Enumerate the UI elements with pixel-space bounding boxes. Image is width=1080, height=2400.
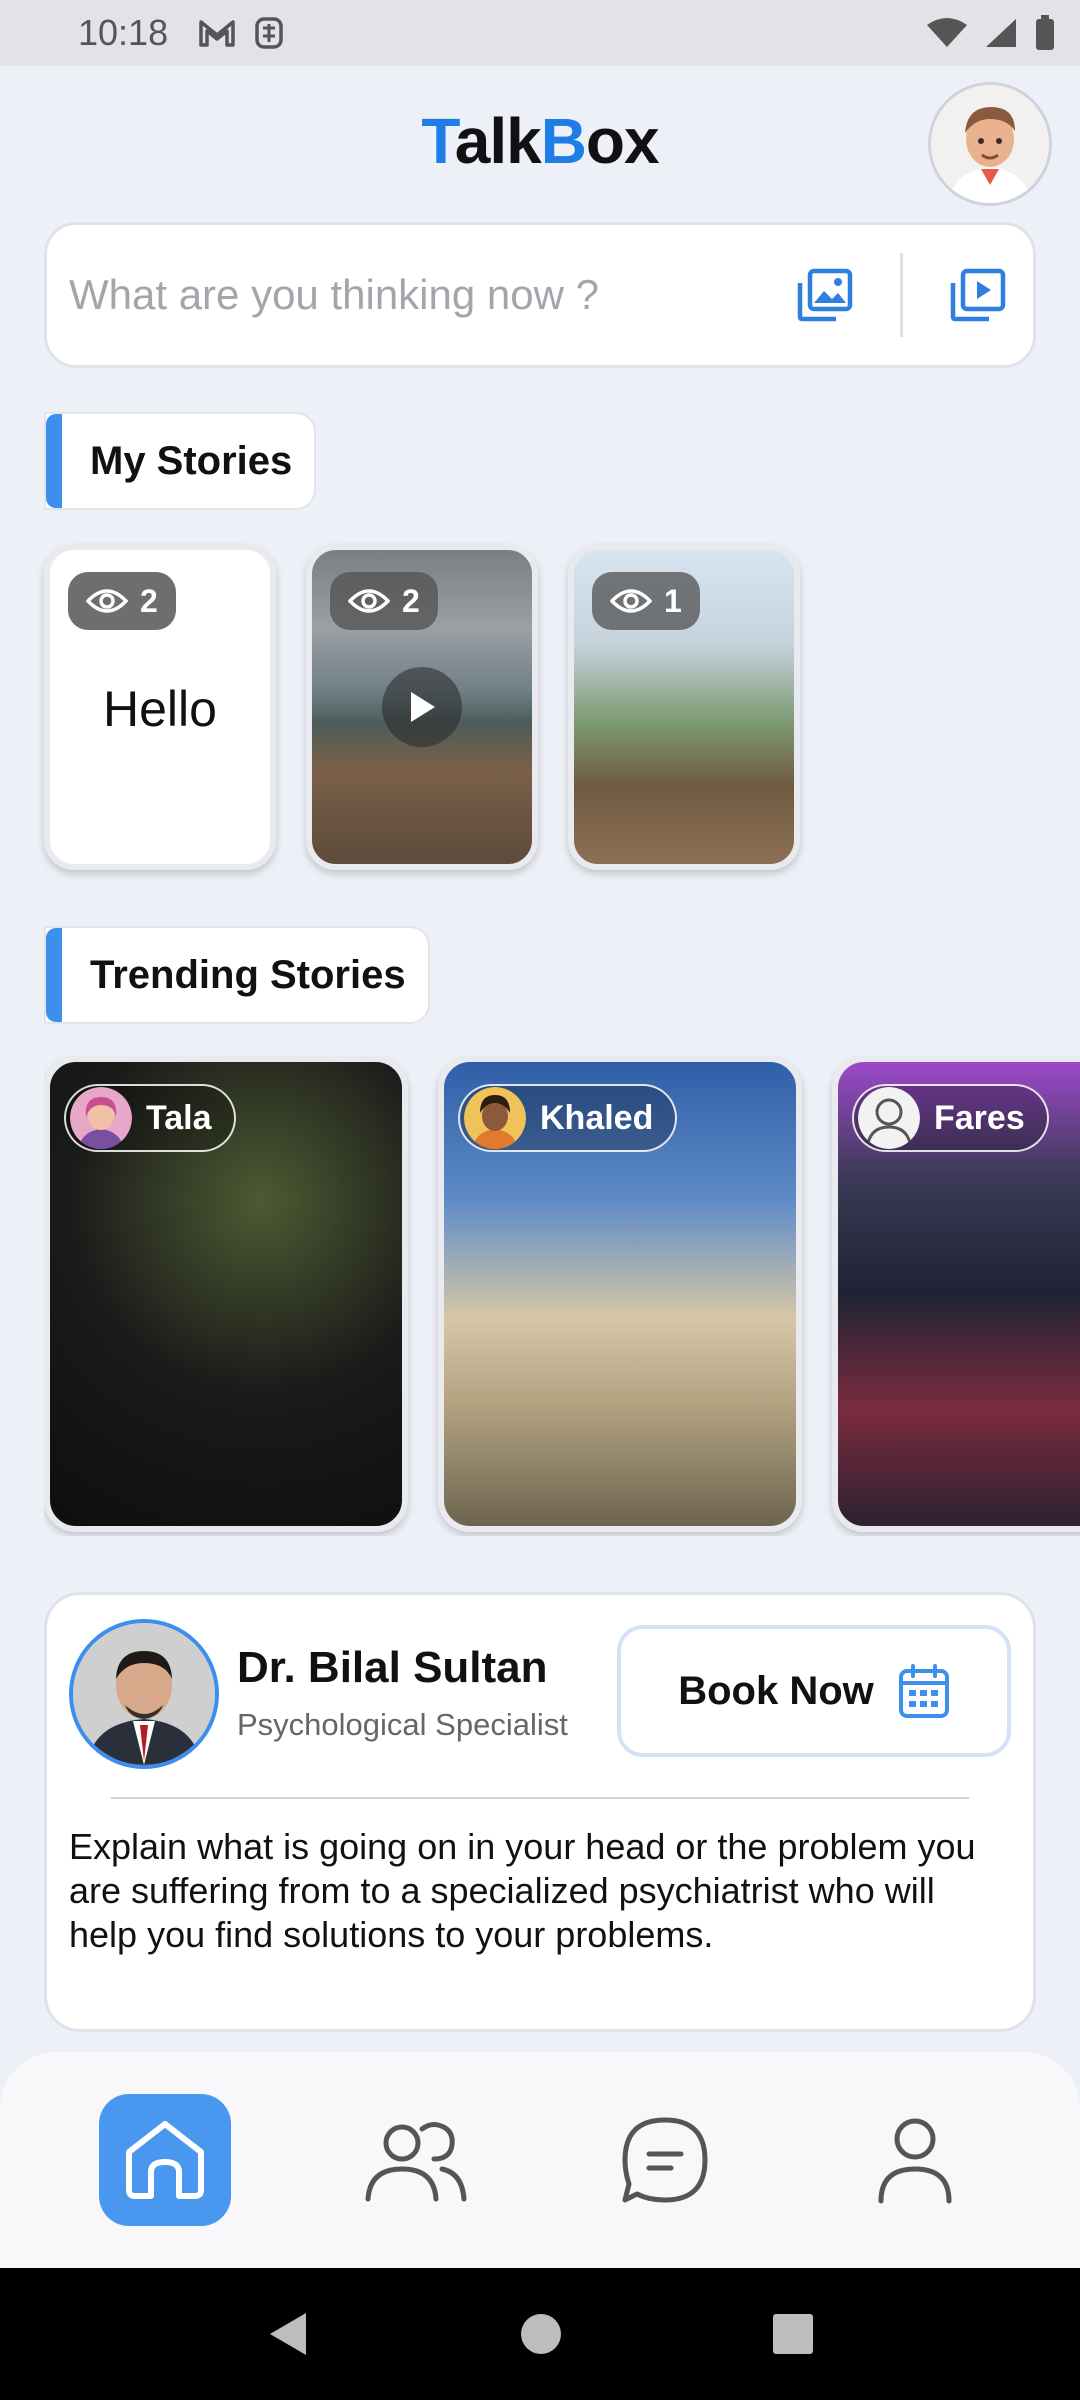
doctor-role: Psychological Specialist: [237, 1707, 568, 1742]
my-story-card[interactable]: 1: [568, 544, 800, 870]
add-video-button[interactable]: [923, 225, 1033, 365]
avatar: [70, 1087, 132, 1149]
video-icon: [950, 268, 1006, 322]
wifi-icon: [927, 18, 967, 47]
doctor-description: Explain what is going on in your head or…: [69, 1826, 976, 1955]
sim-icon: [255, 17, 283, 49]
nav-home[interactable]: [99, 2094, 231, 2226]
trending-story-card[interactable]: Tala: [44, 1056, 408, 1532]
trending-stories-list: Tala Khaled Fares: [44, 1056, 1080, 1536]
gmail-icon: [199, 20, 235, 47]
add-image-button[interactable]: [770, 225, 880, 365]
post-composer: [44, 222, 1036, 368]
eye-icon: [610, 589, 652, 613]
story-user-name: Khaled: [540, 1098, 654, 1137]
app-logo: TalkBox: [421, 105, 659, 177]
story-user-chip[interactable]: Fares: [852, 1084, 1049, 1152]
post-input[interactable]: [47, 225, 770, 365]
doctor-card: Dr. Bilal Sultan Psychological Specialis…: [44, 1592, 1036, 2032]
trending-stories-title: Trending Stories: [44, 926, 430, 1024]
my-stories-title: My Stories: [44, 412, 317, 510]
book-now-label: Book Now: [678, 1668, 874, 1713]
nav-profile[interactable]: [849, 2094, 981, 2226]
my-story-card[interactable]: 2 Hello: [44, 544, 276, 870]
post-divider: [900, 253, 903, 337]
friends-icon: [365, 2122, 467, 2202]
back-icon[interactable]: [266, 2311, 310, 2357]
trending-story-card[interactable]: Khaled: [438, 1056, 802, 1532]
bottom-navigation: [0, 2052, 1080, 2268]
battery-icon: [1036, 15, 1054, 50]
trending-story-card[interactable]: Fares: [832, 1056, 1080, 1532]
status-icons-left: [198, 16, 284, 50]
play-icon: [411, 692, 435, 722]
chat-icon: [622, 2117, 708, 2203]
recents-icon[interactable]: [772, 2313, 814, 2355]
home-circle-icon[interactable]: [520, 2313, 562, 2355]
eye-icon: [348, 589, 390, 613]
story-user-chip[interactable]: Tala: [64, 1084, 236, 1152]
my-stories-list: 2 Hello 2 1: [44, 544, 800, 874]
doctor-name: Dr. Bilal Sultan: [237, 1643, 548, 1692]
status-bar: 10:18: [0, 0, 1080, 66]
system-navigation-bar: [0, 2268, 1080, 2400]
story-views-badge: 2: [68, 572, 176, 630]
doctor-card-divider: [111, 1797, 969, 1799]
story-text: Hello: [103, 681, 217, 737]
story-views-badge: 1: [592, 572, 700, 630]
profile-icon: [878, 2118, 952, 2204]
nav-friends[interactable]: [349, 2094, 481, 2226]
status-icons-right: [926, 15, 1056, 51]
doctor-avatar: [69, 1619, 219, 1769]
image-icon: [797, 268, 853, 322]
avatar: [464, 1087, 526, 1149]
user-avatar[interactable]: [928, 82, 1052, 206]
story-user-name: Tala: [146, 1098, 212, 1137]
avatar: [858, 1087, 920, 1149]
story-views-badge: 2: [330, 572, 438, 630]
my-story-card[interactable]: 2: [306, 544, 538, 870]
home-icon: [126, 2121, 204, 2199]
play-button[interactable]: [382, 667, 462, 747]
signal-icon: [986, 19, 1016, 47]
eye-icon: [86, 589, 128, 613]
status-time: 10:18: [78, 12, 169, 53]
calendar-icon: [898, 1664, 949, 1718]
nav-chat[interactable]: [599, 2094, 731, 2226]
app-header: TalkBox: [0, 66, 1080, 216]
story-user-name: Fares: [934, 1098, 1025, 1137]
book-now-button[interactable]: Book Now: [617, 1625, 1011, 1757]
story-user-chip[interactable]: Khaled: [458, 1084, 678, 1152]
